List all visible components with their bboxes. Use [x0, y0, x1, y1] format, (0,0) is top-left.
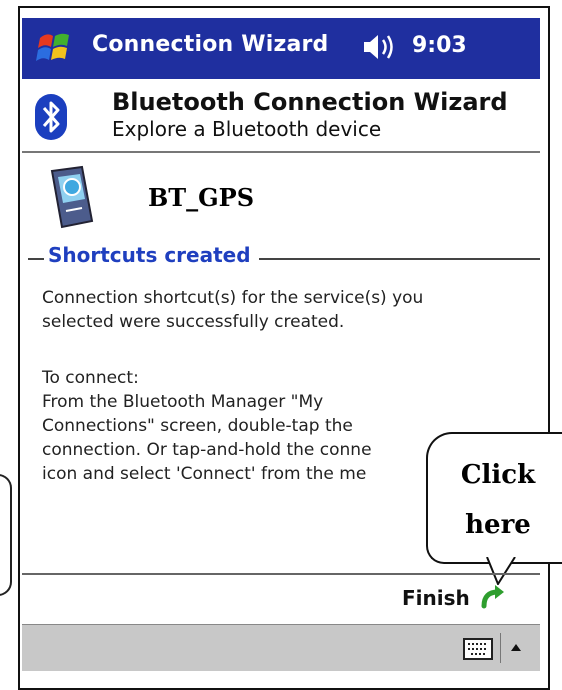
- section-title: Shortcuts created: [44, 243, 259, 267]
- body-line-3: To connect:: [42, 368, 139, 388]
- body-line-2: selected were successfully created.: [42, 312, 345, 332]
- body-line-1: Connection shortcut(s) for the service(s…: [42, 288, 424, 308]
- device-name: BT_GPS: [148, 183, 255, 212]
- body-line-6: connection. Or tap-and-hold the conne: [42, 440, 372, 460]
- clock[interactable]: 9:03: [412, 33, 467, 58]
- click-here-callout: Click here: [426, 432, 562, 564]
- wizard-subtitle: Explore a Bluetooth device: [112, 117, 382, 141]
- device-gps-icon: [50, 165, 94, 229]
- finish-arrow-icon[interactable]: [478, 582, 506, 610]
- wizard-header: Bluetooth Connection Wizard Explore a Bl…: [22, 81, 540, 153]
- left-callout-fragment: [0, 474, 12, 596]
- window-title: Connection Wizard: [92, 32, 329, 57]
- device-row: BT_GPS: [22, 153, 540, 241]
- keyboard-icon[interactable]: [463, 638, 493, 660]
- body-line-7: icon and select 'Connect' from the me: [42, 464, 367, 484]
- body-line-5: Connections" screen, double-tap the: [42, 416, 353, 436]
- body-line-4: From the Bluetooth Manager "My: [42, 392, 324, 412]
- speaker-icon[interactable]: [360, 30, 400, 64]
- bluetooth-icon: [35, 94, 67, 140]
- callout-tail: [486, 557, 516, 585]
- command-bar: [22, 624, 540, 671]
- footer-divider: [22, 573, 540, 575]
- wizard-title: Bluetooth Connection Wizard: [112, 88, 508, 116]
- start-flag-icon[interactable]: [34, 28, 74, 68]
- callout-line-2: here: [465, 510, 531, 540]
- callout-line-1: Click: [460, 460, 536, 490]
- sip-up-arrow-icon[interactable]: [500, 633, 531, 663]
- title-bar: Connection Wizard 9:03: [22, 18, 540, 79]
- finish-button[interactable]: Finish: [402, 586, 470, 610]
